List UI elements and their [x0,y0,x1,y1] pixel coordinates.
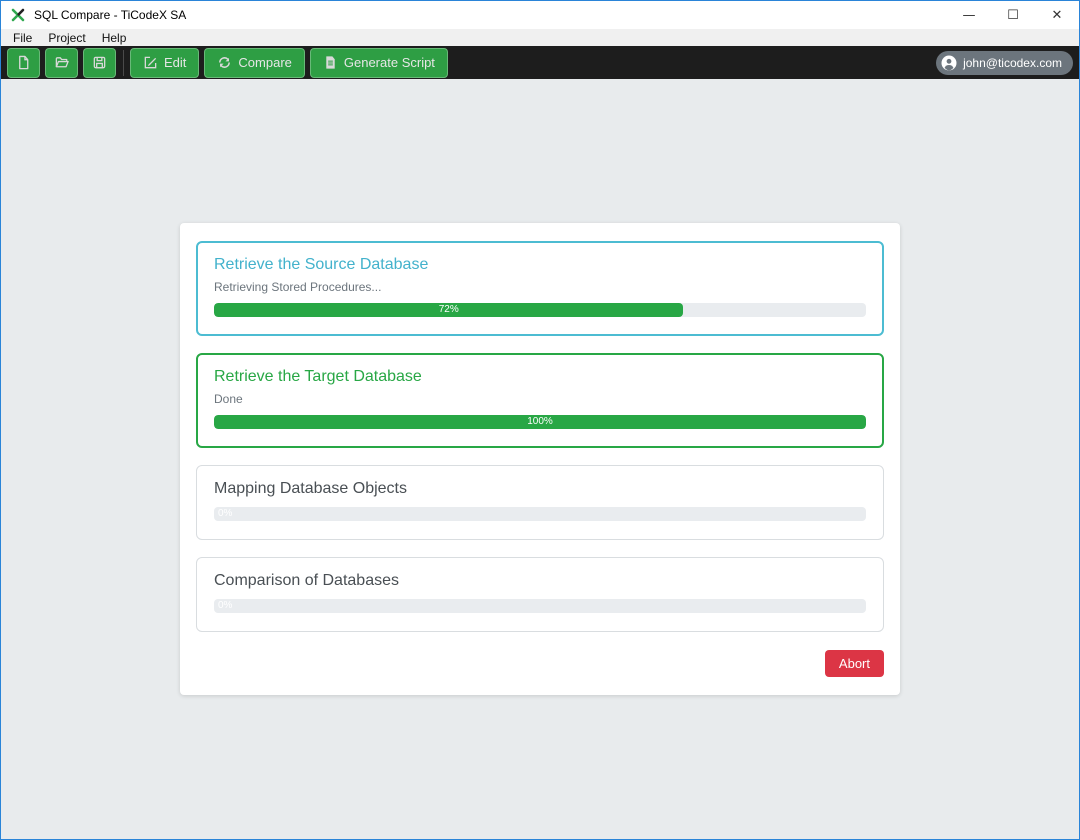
close-button[interactable]: ✕ [1035,1,1079,29]
menu-help[interactable]: Help [94,31,135,45]
progress-label: 100% [527,415,553,429]
menu-project[interactable]: Project [40,31,93,45]
panel-title: Retrieve the Source Database [214,256,866,274]
panel-mapping-objects: Mapping Database Objects 0% [196,465,884,540]
panel-retrieve-target: Retrieve the Target Database Done 100% [196,353,884,448]
progress-label: 72% [439,303,459,317]
user-account-button[interactable]: john@ticodex.com [936,51,1073,75]
save-icon [92,55,107,70]
panel-status: Done [214,392,866,406]
minimize-button[interactable]: — [947,1,991,29]
main-content: Retrieve the Source Database Retrieving … [1,79,1079,839]
toolbar: Edit Compare Generate Script [1,46,1079,79]
menu-file[interactable]: File [5,31,40,45]
comparison-progress-bar: 0% [214,599,866,613]
progress-label: 0% [218,507,232,521]
window-controls: — ☐ ✕ [947,1,1079,29]
abort-button[interactable]: Abort [825,650,884,677]
script-document-icon [323,55,338,70]
menu-bar: File Project Help [1,29,1079,46]
panel-comparison: Comparison of Databases 0% [196,557,884,632]
panel-retrieve-source: Retrieve the Source Database Retrieving … [196,241,884,336]
app-window: SQL Compare - TiCodeX SA — ☐ ✕ File Proj… [0,0,1080,840]
new-file-button[interactable] [7,48,40,78]
mapping-progress-bar: 0% [214,507,866,521]
panel-title: Mapping Database Objects [214,480,866,498]
open-folder-icon [54,55,70,70]
user-email-label: john@ticodex.com [963,56,1062,70]
window-title: SQL Compare - TiCodeX SA [34,8,186,22]
title-bar: SQL Compare - TiCodeX SA — ☐ ✕ [1,1,1079,29]
open-project-button[interactable] [45,48,78,78]
compare-button[interactable]: Compare [204,48,304,78]
compare-button-label: Compare [238,55,291,70]
target-progress-bar: 100% [214,415,866,429]
source-progress-bar: 72% [214,303,866,317]
card-actions: Abort [196,650,884,677]
generate-script-button-label: Generate Script [344,55,435,70]
user-circle-icon [941,55,957,71]
new-file-icon [16,55,31,70]
edit-button-label: Edit [164,55,186,70]
toolbar-separator [123,50,124,76]
save-project-button[interactable] [83,48,116,78]
progress-label: 0% [218,599,232,613]
generate-script-button[interactable]: Generate Script [310,48,448,78]
edit-icon [143,55,158,70]
progress-card: Retrieve the Source Database Retrieving … [180,223,900,695]
ticodex-logo-icon [10,7,26,23]
compare-sync-icon [217,55,232,70]
panel-status: Retrieving Stored Procedures... [214,280,866,294]
panel-title: Retrieve the Target Database [214,368,866,386]
panel-title: Comparison of Databases [214,572,866,590]
maximize-button[interactable]: ☐ [991,1,1035,29]
edit-button[interactable]: Edit [130,48,199,78]
